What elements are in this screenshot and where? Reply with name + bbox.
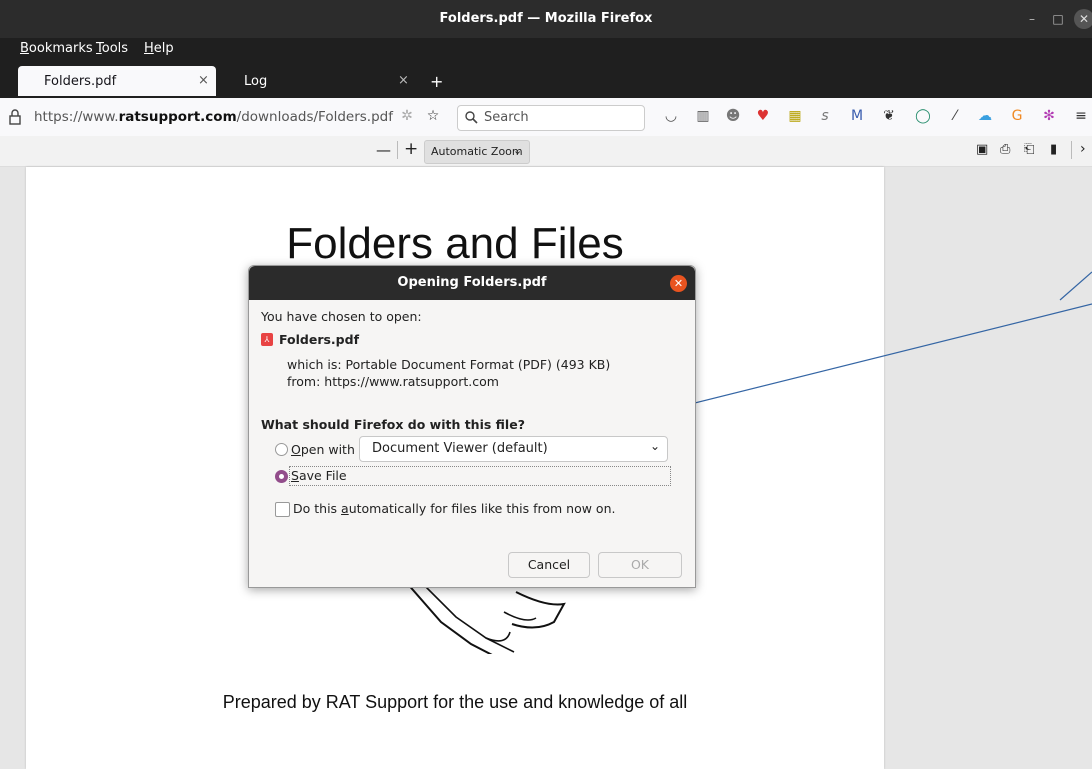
dialog-question: What should Firefox do with this file? <box>261 417 525 432</box>
dialog-titlebar: Opening Folders.pdf ✕ <box>249 266 695 300</box>
annotation-arrow-line <box>1059 271 1092 301</box>
pdf-file-icon: ⅄ <box>261 333 273 346</box>
save-file-label[interactable]: Save File <box>291 468 347 483</box>
cancel-button[interactable]: Cancel <box>508 552 590 578</box>
dialog-file-name: Folders.pdf <box>279 332 360 347</box>
dialog-close-button[interactable]: ✕ <box>670 275 687 292</box>
auto-checkbox-label[interactable]: Do this automatically for files like thi… <box>293 501 615 516</box>
dialog-title: Opening Folders.pdf <box>397 275 547 290</box>
ok-button[interactable]: OK <box>598 552 682 578</box>
chevron-down-icon: ⌄ <box>650 439 661 453</box>
dialog-intro: You have chosen to open: <box>261 309 422 324</box>
opening-file-dialog: Opening Folders.pdf ✕ You have chosen to… <box>248 265 696 588</box>
dialog-file-source: from: https://www.ratsupport.com <box>287 374 499 389</box>
open-with-label[interactable]: Open with <box>291 442 355 457</box>
open-with-radio[interactable] <box>275 443 288 456</box>
application-select-value: Document Viewer (default) <box>372 441 548 456</box>
save-file-radio[interactable] <box>275 470 288 483</box>
application-select[interactable]: Document Viewer (default) ⌄ <box>359 436 668 462</box>
auto-checkbox[interactable] <box>275 502 290 517</box>
dialog-file-type: which is: Portable Document Format (PDF)… <box>287 357 611 372</box>
